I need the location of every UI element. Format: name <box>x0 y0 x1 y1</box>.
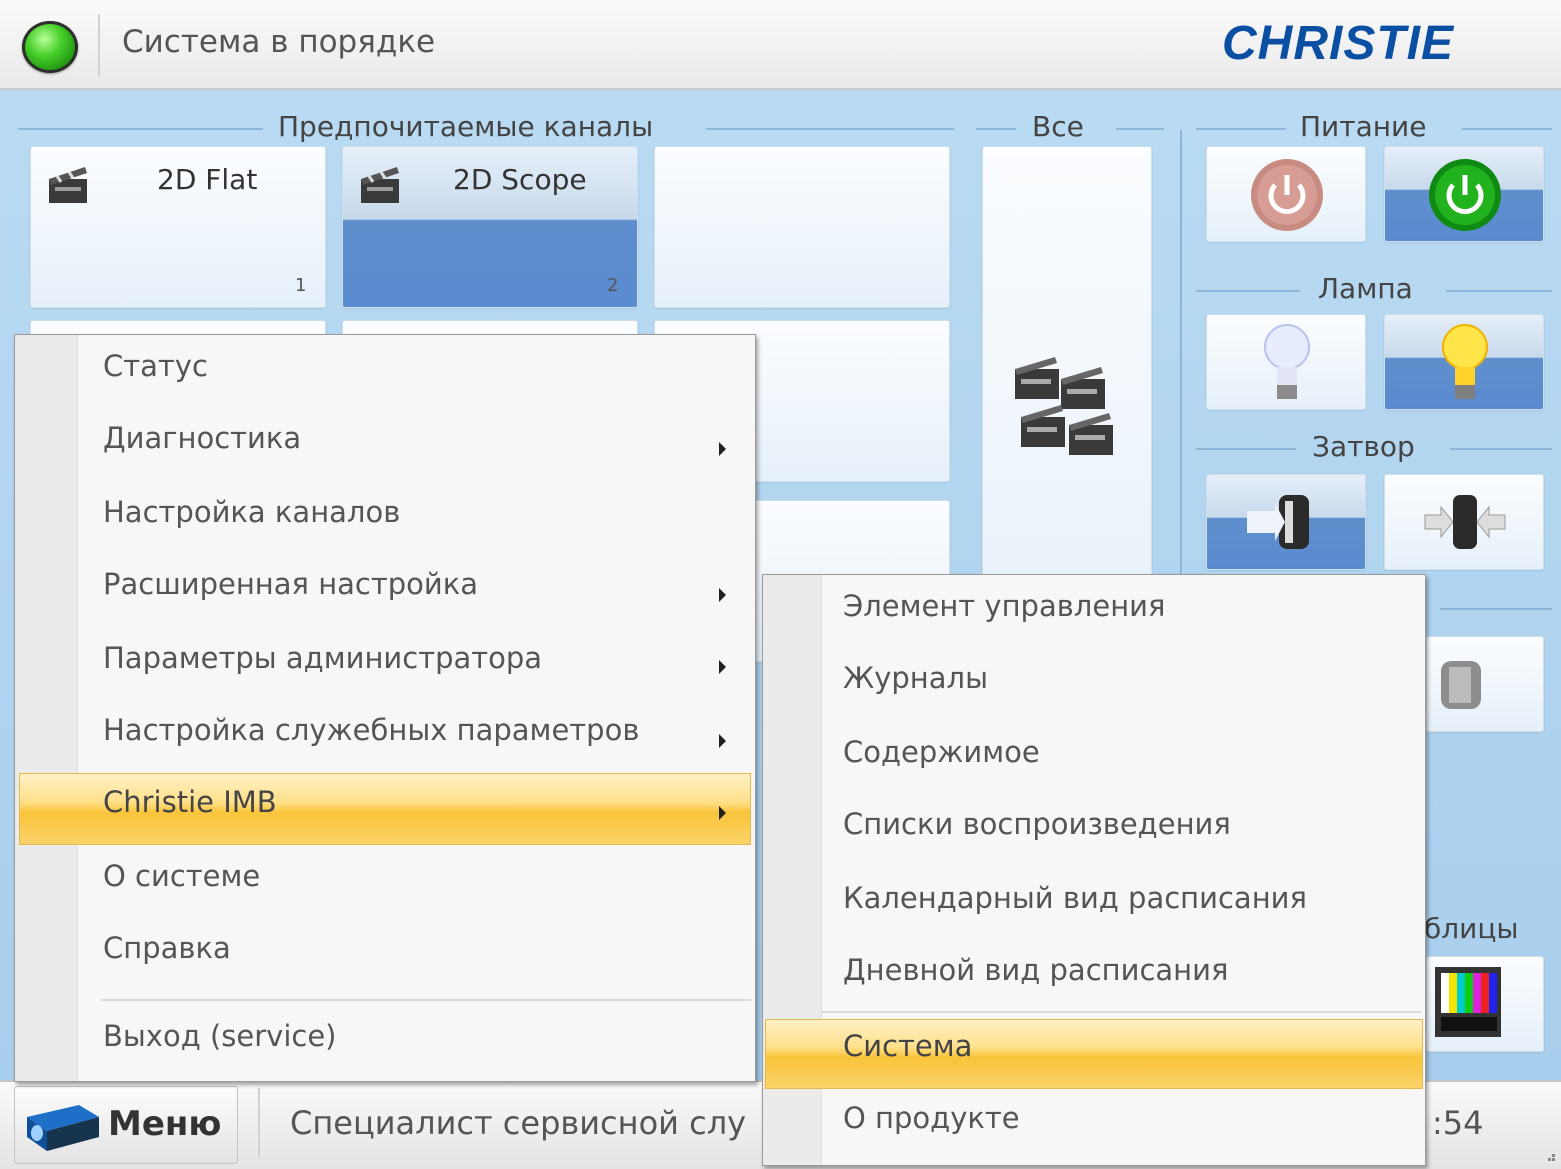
multiple-clapperboards-icon <box>1015 357 1113 455</box>
status-led-icon <box>22 21 78 73</box>
section-divider <box>1196 290 1300 292</box>
statusbar-divider <box>258 1088 260 1158</box>
menu-separator <box>101 999 751 1001</box>
menu-button-label: Меню <box>108 1104 222 1144</box>
lightbulb-off-icon <box>1264 324 1310 399</box>
menu-item-advanced-setup[interactable]: Расширенная настройка <box>103 567 478 601</box>
menu-separator <box>821 1011 1421 1013</box>
power-title: Питание <box>1300 110 1427 143</box>
projector-icon <box>27 1105 99 1151</box>
section-divider <box>1446 290 1552 292</box>
power-off-icon <box>1251 159 1323 231</box>
menu-item-status[interactable]: Статус <box>103 349 208 383</box>
channel-number: 1 <box>295 275 307 296</box>
submenu-arrow-icon <box>719 806 726 820</box>
channel-tile-1[interactable]: 2D Flat 1 <box>30 146 326 308</box>
section-divider <box>1462 128 1552 130</box>
submenu-item-about-product[interactable]: О продукте <box>843 1101 1020 1135</box>
menu-item-diagnostics[interactable]: Диагностика <box>103 421 301 455</box>
submenu-arrow-icon <box>719 660 726 674</box>
lamp-off-button[interactable] <box>1206 314 1366 410</box>
clapperboard-icon <box>361 167 399 203</box>
submenu-item-system[interactable]: Система <box>843 1029 972 1063</box>
lamp-on-button[interactable] <box>1384 314 1544 410</box>
test-pattern-button[interactable] <box>1426 956 1544 1052</box>
test-pattern-icon <box>1435 967 1501 1037</box>
system-status-text: Система в порядке <box>122 24 436 60</box>
shutter-title: Затвор <box>1312 430 1415 463</box>
resize-grip-icon[interactable] <box>1540 1146 1556 1162</box>
submenu-arrow-icon <box>719 734 726 748</box>
submenu-item-playlists[interactable]: Списки воспроизведения <box>843 807 1231 841</box>
lightbulb-on-icon <box>1442 324 1488 399</box>
main-menu: Статус Диагностика Настройка каналов Рас… <box>14 334 756 1082</box>
submenu-arrow-icon <box>719 442 726 456</box>
menu-item-service-setup[interactable]: Настройка служебных параметров <box>103 713 639 747</box>
menu-item-admin-settings[interactable]: Параметры администратора <box>103 641 542 675</box>
section-divider <box>1196 448 1296 450</box>
menu-icon-gutter <box>15 335 78 1081</box>
all-channels-title: Все <box>1032 110 1084 143</box>
clapperboard-icon <box>49 167 87 203</box>
submenu-item-daily-schedule[interactable]: Дневной вид расписания <box>843 953 1228 987</box>
christie-logo: CHRISTIE <box>1222 17 1455 70</box>
submenu-item-logs[interactable]: Журналы <box>843 661 988 695</box>
menu-item-christie-imb[interactable]: Christie IMB <box>103 785 277 819</box>
power-on-button[interactable] <box>1384 146 1544 242</box>
channel-tile-empty[interactable] <box>654 146 950 308</box>
section-divider <box>1440 608 1552 610</box>
section-divider <box>706 128 954 130</box>
power-off-button[interactable] <box>1206 146 1366 242</box>
section-divider <box>1450 448 1552 450</box>
section-divider <box>1196 128 1286 130</box>
clock-text: :54 <box>1432 1104 1484 1142</box>
section-divider <box>976 128 1016 130</box>
submenu-item-calendar-schedule[interactable]: Календарный вид расписания <box>843 881 1307 915</box>
channel-tile-2[interactable]: 2D Scope 2 <box>342 146 638 308</box>
preferred-channels-title: Предпочитаемые каналы <box>278 110 654 143</box>
lens-icon <box>1441 661 1481 709</box>
user-role-text: Специалист сервисной слу <box>290 1104 747 1142</box>
shutter-open-button[interactable] <box>1206 474 1366 570</box>
section-divider <box>1116 128 1164 130</box>
submenu-item-control[interactable]: Элемент управления <box>843 589 1165 623</box>
header-divider <box>98 14 100 76</box>
shutter-open-icon <box>1247 495 1309 549</box>
menu-item-logout[interactable]: Выход (service) <box>103 1019 336 1053</box>
christie-imb-submenu: Элемент управления Журналы Содержимое Сп… <box>762 574 1426 1166</box>
channel-label: 2D Flat <box>157 163 258 196</box>
power-on-icon <box>1429 159 1501 231</box>
section-divider <box>18 128 263 130</box>
menu-item-about-system[interactable]: О системе <box>103 859 260 893</box>
shutter-closed-icon <box>1424 495 1506 549</box>
shutter-close-button[interactable] <box>1384 474 1544 570</box>
submenu-arrow-icon <box>719 588 726 602</box>
menu-item-help[interactable]: Справка <box>103 931 231 965</box>
test-patterns-title: блицы <box>1424 912 1519 945</box>
menu-item-channel-setup[interactable]: Настройка каналов <box>103 495 400 529</box>
lamp-title: Лампа <box>1318 272 1413 305</box>
lens-button[interactable] <box>1426 636 1544 732</box>
channel-number: 2 <box>607 275 619 296</box>
submenu-item-content[interactable]: Содержимое <box>843 735 1040 769</box>
channel-label: 2D Scope <box>453 163 587 196</box>
